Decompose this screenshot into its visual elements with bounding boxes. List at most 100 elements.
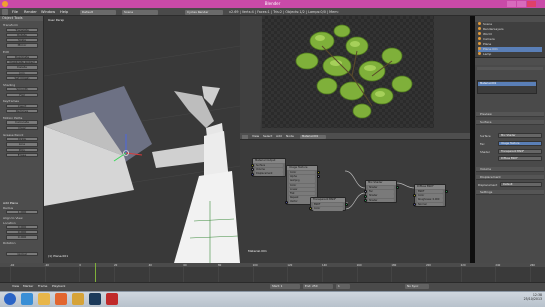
explorer-icon[interactable] — [38, 293, 50, 305]
start-frame-field[interactable]: Start: 1 — [270, 284, 300, 289]
viewport-label: User Persp — [48, 18, 65, 22]
tool-button-remove[interactable]: Remove — [6, 109, 38, 114]
timeline-grid-line — [530, 267, 531, 282]
menu-window[interactable]: Window — [41, 8, 55, 16]
timeline-menu-marker[interactable]: Marker — [23, 282, 33, 291]
node-mix[interactable]: Mix Shader Shader Fac Shader Shader — [363, 180, 399, 203]
tool-button-calculate[interactable]: Calculate — [6, 120, 38, 125]
tool-button-insert[interactable]: Insert — [6, 103, 38, 109]
location-field[interactable]: 0.000 — [6, 230, 38, 235]
displacement-field[interactable]: Default — [500, 182, 542, 187]
render-engine-selector[interactable]: Cycles Render — [185, 9, 223, 15]
fac-input-field[interactable]: Image Texture — [498, 141, 542, 146]
minimize-button[interactable] — [507, 1, 516, 7]
operator-title: Add Plane — [3, 201, 18, 205]
node-transp[interactable]: Transparent BSDF BSDF Color — [308, 197, 348, 212]
properties-section-displacement[interactable]: Displacement — [476, 175, 544, 180]
node-row: Color — [417, 194, 443, 198]
tool-button-smooth[interactable]: Smooth — [6, 87, 38, 92]
menu-file[interactable]: File — [12, 8, 18, 16]
start-icon[interactable] — [4, 293, 16, 305]
editor-type-icon[interactable] — [2, 9, 8, 15]
scene-selector[interactable]: Scene — [122, 9, 158, 15]
node-row: Alpha — [289, 175, 315, 179]
timeline-tick-label: 260 — [530, 263, 535, 267]
radius-field[interactable]: 1.000 — [6, 210, 38, 215]
object-icon — [478, 32, 481, 35]
leaf-texture-image — [262, 16, 434, 128]
shader-1-field[interactable]: Transparent BSDF — [498, 149, 542, 154]
surface-shader-field[interactable]: Mix Shader — [498, 133, 542, 138]
timeline-menu-frame[interactable]: Frame — [38, 282, 47, 291]
close-button[interactable] — [527, 1, 536, 7]
node-socket[interactable] — [344, 203, 348, 207]
properties-section-settings[interactable]: Settings — [476, 190, 544, 195]
tool-button-duplicate-linked[interactable]: Duplicate Linked — [6, 60, 38, 65]
properties-section-surface[interactable]: Surface — [476, 120, 544, 125]
properties-section-volume[interactable]: Volume — [476, 167, 544, 172]
media-icon[interactable] — [55, 293, 67, 305]
chrome-icon[interactable] — [72, 293, 84, 305]
node-output[interactable]: Material Output Surface Volume Displacement — [250, 158, 286, 177]
tool-section-label: Keyframes — [3, 99, 19, 104]
3d-viewport[interactable] — [44, 16, 240, 263]
properties-section-preview[interactable]: Preview — [476, 112, 544, 117]
current-frame-marker[interactable] — [95, 263, 96, 282]
timeline-grid-line — [218, 267, 219, 282]
tool-button-translate[interactable]: Translate — [6, 27, 38, 32]
outliner-item-label: Plane — [483, 42, 492, 46]
node-socket[interactable] — [412, 202, 416, 206]
shader-2-field[interactable]: Diffuse BSDF — [498, 156, 542, 161]
tool-button-draw[interactable]: Draw — [6, 137, 38, 142]
location-field[interactable]: 0.000 — [6, 235, 38, 240]
tool-button-delete[interactable]: Delete — [6, 65, 38, 70]
timeline-menu-playback[interactable]: Playback — [52, 282, 65, 291]
location-field[interactable]: 0.000 — [6, 225, 38, 230]
tool-button-rotate[interactable]: Rotate — [6, 32, 38, 38]
timeline-tick-label: -20 — [44, 263, 49, 267]
scene-stats: v2.69 | Verts:4 | Faces:1 | Tris:2 | Obj… — [229, 10, 339, 14]
recorder-icon[interactable] — [106, 293, 118, 305]
menu-render[interactable]: Render — [24, 8, 37, 16]
node-socket[interactable] — [250, 172, 254, 176]
node-title: Transparent BSDF — [311, 198, 345, 202]
node-socket[interactable] — [316, 171, 320, 175]
tool-button-scale[interactable]: Scale — [6, 38, 38, 43]
timeline-grid-line — [322, 267, 323, 282]
outliner-item-label: Plane.001 — [483, 47, 498, 51]
tool-button-set-origin[interactable]: Set Origin — [6, 75, 38, 81]
tool-button-poly[interactable]: Poly — [6, 147, 38, 152]
node-socket[interactable] — [250, 164, 254, 168]
ie-icon[interactable] — [21, 293, 33, 305]
tool-button-flat[interactable]: Flat — [6, 92, 38, 97]
tool-button-clear[interactable]: Clear — [6, 125, 38, 130]
tool-button-line[interactable]: Line — [6, 142, 38, 147]
tool-button-erase[interactable]: Erase — [6, 152, 38, 158]
sync-selector[interactable]: No Sync — [405, 284, 429, 289]
node-diffuse[interactable]: Diffuse BSDF BSDF Color Roughness: 0.000 Nor… — [412, 184, 448, 207]
timeline-tick-label: 140 — [322, 263, 327, 267]
node-socket[interactable] — [284, 200, 288, 204]
node-socket[interactable] — [444, 190, 448, 194]
end-frame-field[interactable]: End: 250 — [303, 284, 333, 289]
object-icon — [478, 37, 481, 40]
node-socket[interactable] — [363, 194, 367, 198]
window-title: Blender — [264, 1, 281, 6]
node-socket[interactable] — [363, 198, 367, 202]
layout-selector[interactable]: Default — [80, 9, 116, 15]
tool-button-duplicate[interactable]: Duplicate — [6, 54, 38, 59]
maximize-button[interactable] — [517, 1, 526, 7]
node-socket[interactable] — [395, 186, 399, 190]
outliner-item-lamp[interactable]: Lamp — [478, 52, 542, 57]
material-slot-item[interactable]: Material.001 — [478, 82, 536, 86]
properties-tabs[interactable] — [477, 67, 543, 70]
tool-button-join[interactable]: Join — [6, 70, 38, 75]
image-editor[interactable] — [262, 16, 434, 128]
menu-help[interactable]: Help — [60, 8, 68, 16]
tool-button-mirror[interactable]: Mirror — [6, 43, 38, 48]
current-frame-field[interactable]: 1 — [336, 284, 350, 289]
photoshop-icon[interactable] — [89, 293, 101, 305]
displacement-label: Displacement — [478, 183, 498, 187]
timeline-menu-view[interactable]: View — [12, 282, 19, 291]
view-align-field[interactable]: Global — [6, 252, 38, 257]
